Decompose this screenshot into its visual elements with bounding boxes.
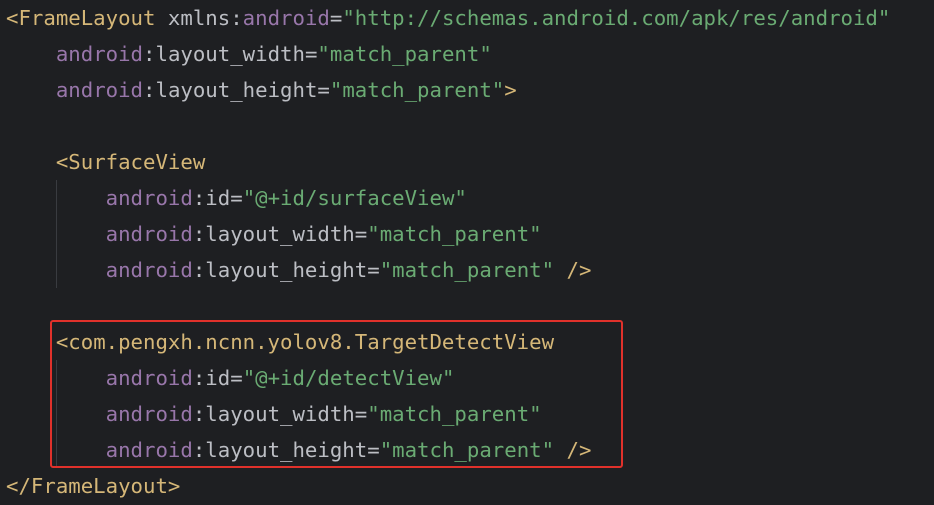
code-token: : [192,186,206,210]
code-token: = [317,78,330,102]
code-line[interactable]: <FrameLayout xmlns:android="http://schem… [6,0,890,36]
code-token: "http://schemas.android.com/apk/res/andr… [342,6,891,30]
code-line[interactable]: </FrameLayout> [6,468,180,504]
code-token: : [230,6,243,30]
code-token: : [192,258,206,282]
code-token: android [105,186,193,210]
code-token: layout_height [205,258,368,282]
code-token: : [192,222,206,246]
highlight-annotation-box [50,320,623,468]
code-token: android [242,6,330,30]
code-token: "match_parent" [379,258,555,282]
code-token: > [504,78,517,102]
code-line[interactable]: android:layout_width="match_parent" [6,216,542,252]
code-token: android [105,258,193,282]
code-token: : [143,78,156,102]
code-line[interactable]: android:layout_width="match_parent" [6,36,492,72]
code-line[interactable]: <SurfaceView [6,144,205,180]
code-token: android [105,222,193,246]
code-token: : [143,42,156,66]
code-token: /> [566,258,592,282]
code-token: = [367,258,380,282]
code-editor[interactable]: <FrameLayout xmlns:android="http://schem… [0,0,934,505]
code-token: android [55,78,144,102]
code-line[interactable]: android:id="@+id/surfaceView" [6,180,467,216]
code-token: "match_parent" [367,222,542,246]
code-token: <SurfaceView [55,150,206,174]
code-token: android [55,42,144,66]
code-token: "match_parent" [317,42,492,66]
code-token: "match_parent" [329,78,505,102]
code-token: = [304,42,318,66]
code-token: layout_height [155,78,318,102]
code-token: <FrameLayout [6,6,156,30]
code-token: = [354,222,368,246]
code-line[interactable]: android:layout_height="match_parent" /> [6,252,592,288]
code-token: = [230,186,243,210]
code-line[interactable]: android:layout_height="match_parent"> [6,72,517,108]
code-token: = [329,6,343,30]
code-token: id [205,186,231,210]
code-token: "@+id/surfaceView" [242,186,467,210]
code-token: </FrameLayout> [6,474,181,498]
code-token: xmlns [155,6,231,30]
code-token: layout_width [155,42,305,66]
code-token: layout_width [205,222,355,246]
